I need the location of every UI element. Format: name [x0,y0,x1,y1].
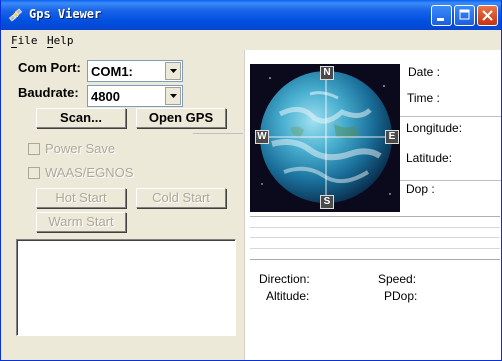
baudrate-dropdown-button[interactable] [165,87,181,105]
baudrate-select[interactable]: 4800 [87,85,183,107]
signal-row-line [250,227,500,228]
power-save-label: Power Save [45,141,116,156]
pdop-label: PDop: [384,289,418,303]
signal-row-line [250,248,500,249]
cold-start-button[interactable]: Cold Start [136,188,226,208]
earth-globe-image [250,64,400,212]
nmea-log-listbox[interactable] [16,239,236,336]
open-gps-button[interactable]: Open GPS [136,108,226,128]
scan-button[interactable]: Scan... [36,108,126,128]
signal-row-line [250,237,500,238]
maximize-icon [459,9,470,20]
compass-west: W [255,130,269,144]
altitude-label: Altitude: [266,289,310,303]
time-label: Time : [407,91,440,105]
signal-row-line [250,216,500,217]
chevron-down-icon [170,69,177,73]
gps-info-panel: N S W E Date : Time : Longitude: Latitud… [244,50,501,360]
minimize-button[interactable] [431,5,452,26]
warm-start-button[interactable]: Warm Start [36,212,126,232]
longitude-label: Longitude: [406,121,463,135]
client-area: Com Port: COM1: Baudrate: 4800 Scan... O… [1,50,501,360]
com-port-value: COM1: [91,64,133,79]
settings-separator [193,133,243,134]
maximize-button[interactable] [454,5,475,26]
latitude-label: Latitude: [406,151,453,165]
title-bar[interactable]: Gps Viewer [1,0,501,30]
menu-help[interactable]: Help [47,34,74,47]
com-port-select[interactable]: COM1: [87,60,183,82]
waas-egnos-label: WAAS/EGNOS [45,165,134,180]
baudrate-label: Baudrate: [18,85,79,100]
com-port-label: Com Port: [18,60,81,75]
compass-south: S [320,195,334,209]
minimize-icon [437,18,444,21]
direction-label: Direction: [259,272,310,286]
signal-row-line [250,259,500,260]
menu-bar: File Help [1,30,501,50]
date-label: Date : [408,65,441,79]
info-divider [400,180,501,181]
compass-north: N [320,66,334,80]
close-icon [482,10,493,21]
help-underline [47,47,53,48]
chevron-down-icon [170,94,177,98]
window-title: Gps Viewer [29,7,102,21]
file-underline [11,47,17,48]
satellite-icon [8,8,23,22]
close-button[interactable] [477,5,498,26]
satellite-sky-view: N S W E [250,64,400,212]
com-port-dropdown-button[interactable] [165,62,181,80]
baudrate-value: 4800 [91,89,120,104]
waas-egnos-checkbox[interactable] [28,167,40,179]
menu-file[interactable]: File [11,34,38,47]
power-save-checkbox[interactable] [28,143,40,155]
hot-start-button[interactable]: Hot Start [36,188,126,208]
gps-viewer-window: Gps Viewer File Help Com Port: COM1: Bau… [0,0,502,361]
dop-label: Dop : [406,182,435,196]
info-divider [400,116,501,117]
speed-label: Speed: [378,272,417,286]
compass-east: E [385,130,399,144]
